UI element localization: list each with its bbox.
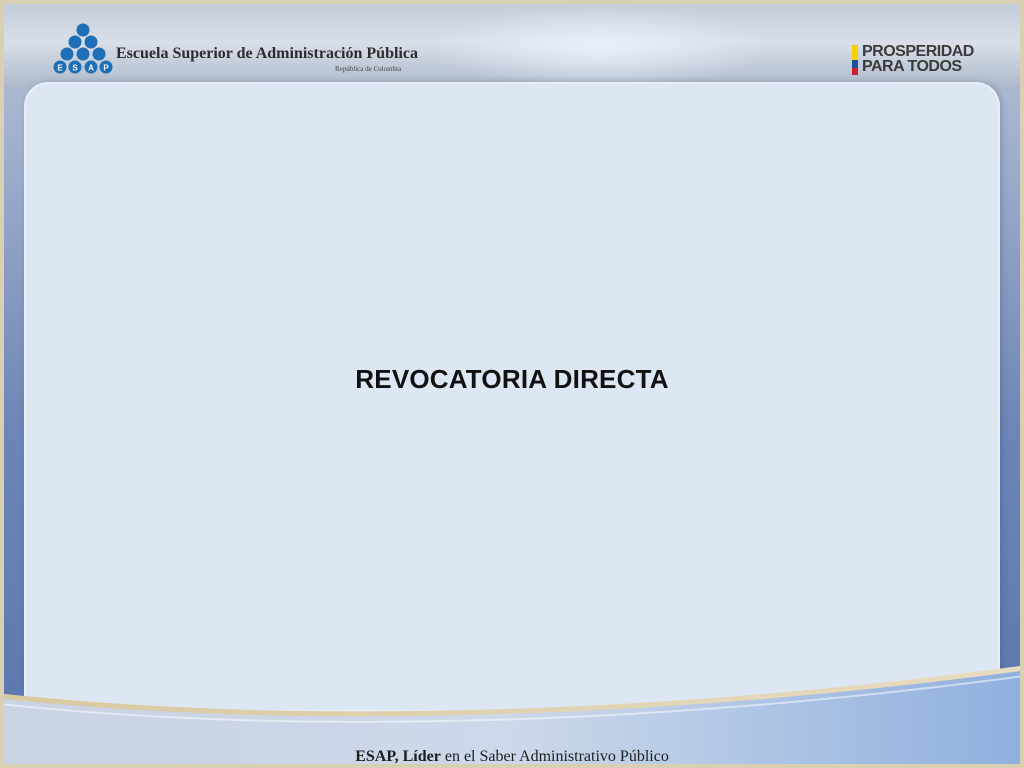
slogan-line-2: PARA TODOS — [862, 58, 962, 75]
svg-text:E: E — [57, 64, 63, 73]
prosperidad-logo: PROSPERIDAD PARA TODOS — [852, 44, 977, 76]
esap-logo-icon: E S A P — [53, 23, 113, 74]
slogan-line-1: PROSPERIDAD — [862, 43, 974, 60]
svg-text:A: A — [88, 64, 94, 73]
slide-title: REVOCATORIA DIRECTA — [355, 364, 669, 394]
colombia-flag-icon — [852, 45, 858, 75]
content-panel — [24, 82, 1000, 712]
footer-tagline-rest: en el Saber Administrativo Público — [440, 748, 669, 765]
slide: E S A P Escuela Superior de Administraci… — [0, 0, 1024, 768]
footer-tagline: ESAP, Líder en el Saber Administrativo P… — [0, 748, 1024, 766]
svg-text:S: S — [72, 64, 78, 73]
footer-tagline-bold: ESAP, Líder — [355, 748, 441, 765]
svg-text:P: P — [103, 64, 109, 73]
institution-name: Escuela Superior de Administración Públi… — [116, 45, 418, 62]
header-glow — [430, 4, 770, 90]
institution-subtitle: República de Colombia — [335, 65, 402, 73]
